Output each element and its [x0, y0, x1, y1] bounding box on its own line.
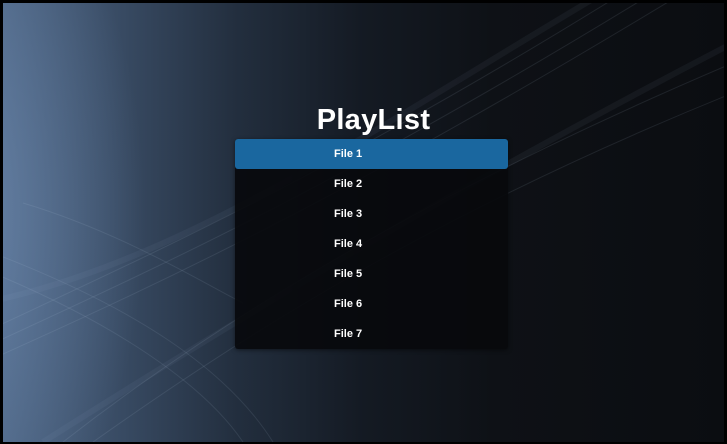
playlist-item-file-3[interactable]: File 3 [235, 199, 508, 229]
page-title: PlayList [316, 104, 431, 136]
playlist-item-file-5[interactable]: File 5 [235, 259, 508, 289]
playlist-item-file-7[interactable]: File 7 [235, 319, 508, 349]
app-screen: PlayList File 1 File 2 File 3 File 4 Fil… [3, 3, 724, 442]
playlist-menu: File 1 File 2 File 3 File 4 File 5 File … [235, 139, 508, 349]
playlist-item-file-1[interactable]: File 1 [235, 139, 508, 169]
playlist-item-file-6[interactable]: File 6 [235, 289, 508, 319]
playlist-item-file-2[interactable]: File 2 [235, 169, 508, 199]
playlist-item-file-4[interactable]: File 4 [235, 229, 508, 259]
